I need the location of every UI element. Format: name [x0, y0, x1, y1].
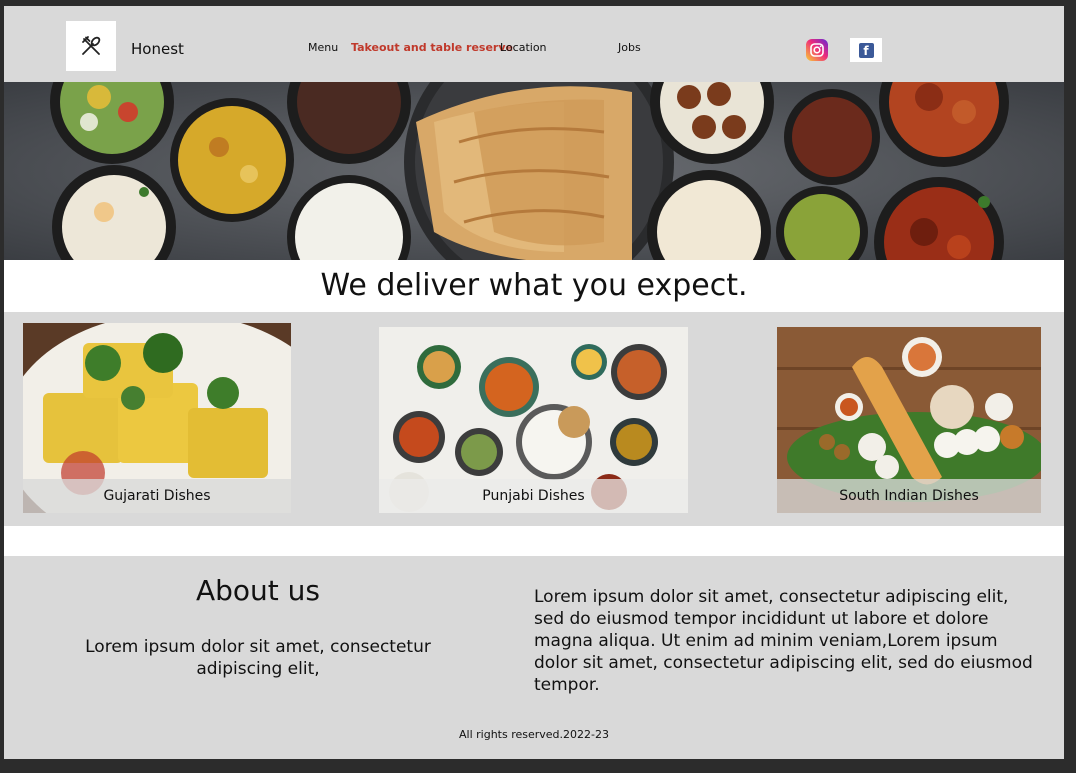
logo[interactable]: [66, 21, 116, 71]
card-label: Punjabi Dishes: [379, 479, 688, 513]
utensils-icon: [82, 36, 101, 55]
hero-banner-image: [4, 82, 1064, 260]
nav-location[interactable]: Location: [500, 41, 547, 54]
facebook-icon: f: [858, 42, 874, 58]
page-frame: Honest Menu Takeout and table reserve Lo…: [4, 6, 1064, 759]
tagline-band: We deliver what you expect.: [4, 260, 1064, 312]
site-header: Honest Menu Takeout and table reserve Lo…: [4, 6, 1064, 82]
about-left-text: Lorem ipsum dolor sit amet, consectetur …: [85, 637, 431, 679]
card-label: Gujarati Dishes: [23, 479, 291, 513]
about-right-text: Lorem ipsum dolor sit amet, consectetur …: [534, 587, 1033, 695]
card-punjabi[interactable]: Punjabi Dishes: [379, 327, 688, 513]
card-gujarati[interactable]: Gujarati Dishes: [23, 323, 291, 513]
instagram-icon[interactable]: [806, 39, 828, 61]
about-title: About us: [195, 574, 321, 607]
nav-jobs[interactable]: Jobs: [618, 41, 641, 54]
nav-menu[interactable]: Menu: [308, 41, 338, 54]
divider-strip: [4, 526, 1064, 556]
footer-copyright: All rights reserved.2022-23: [459, 728, 609, 741]
brand-name: Honest: [131, 40, 184, 58]
nav-takeout-reserve[interactable]: Takeout and table reserve: [351, 41, 513, 54]
card-label: South Indian Dishes: [777, 479, 1041, 513]
facebook-link[interactable]: f: [850, 38, 882, 62]
dish-categories: Gujarati Dishes Punjabi Dishes South Ind…: [4, 312, 1064, 526]
tagline: We deliver what you expect.: [320, 268, 748, 303]
card-south-indian[interactable]: South Indian Dishes: [777, 327, 1041, 513]
about-section: About us Lorem ipsum dolor sit amet, con…: [4, 556, 1064, 759]
